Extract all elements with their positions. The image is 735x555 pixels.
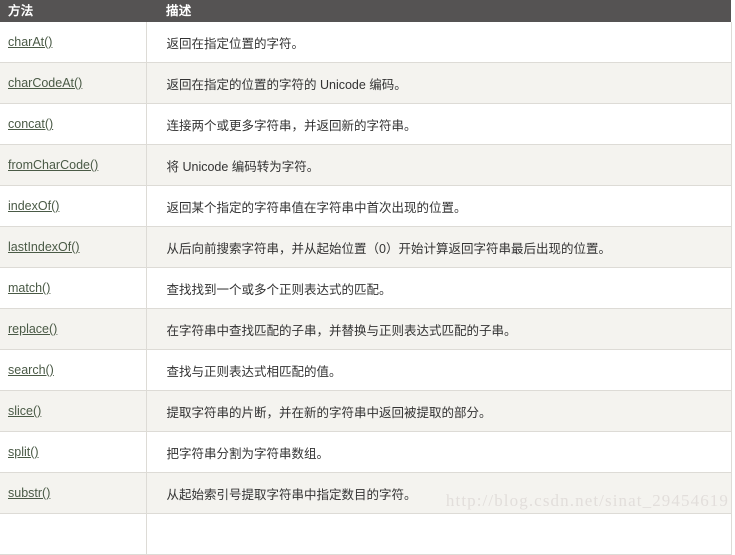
description-cell: 把字符串分割为字符串数组。	[146, 431, 732, 473]
table-row: search() 查找与正则表达式相匹配的值。	[0, 349, 732, 391]
method-cell: search()	[0, 349, 147, 391]
method-cell: charAt()	[0, 22, 147, 63]
description-cell: 返回在指定位置的字符。	[146, 22, 732, 63]
description-cell: 查找找到一个或多个正则表达式的匹配。	[146, 267, 732, 309]
table-row: substr() 从起始索引号提取字符串中指定数目的字符。	[0, 472, 732, 514]
description-text: 从起始索引号提取字符串中指定数目的字符。	[166, 487, 417, 502]
description-cell: 在字符串中查找匹配的子串，并替换与正则表达式匹配的子串。	[146, 308, 732, 350]
description-cell	[146, 513, 732, 555]
method-link[interactable]: slice()	[8, 404, 41, 418]
table-row: concat() 连接两个或更多字符串，并返回新的字符串。	[0, 103, 732, 145]
method-cell: split()	[0, 431, 147, 473]
description-cell: 返回某个指定的字符串值在字符串中首次出现的位置。	[146, 185, 732, 227]
method-link[interactable]: substr()	[8, 486, 50, 500]
description-text: 查找与正则表达式相匹配的值。	[166, 364, 342, 379]
table-row: slice() 提取字符串的片断，并在新的字符串中返回被提取的部分。	[0, 390, 732, 432]
table-row: split() 把字符串分割为字符串数组。	[0, 431, 732, 473]
method-link[interactable]: concat()	[8, 117, 53, 131]
column-header-method: 方法	[0, 0, 146, 22]
description-cell: 将 Unicode 编码转为字符。	[146, 144, 732, 186]
description-cell: 从后向前搜索字符串，并从起始位置（0）开始计算返回字符串最后出现的位置。	[146, 226, 732, 268]
table-body: charAt() 返回在指定位置的字符。 charCodeAt() 返回在指定的位置的…	[0, 22, 732, 555]
method-cell: substr()	[0, 472, 147, 514]
table-row: match() 查找找到一个或多个正则表达式的匹配。	[0, 267, 732, 309]
description-cell: 提取字符串的片断，并在新的字符串中返回被提取的部分。	[146, 390, 732, 432]
method-link[interactable]: split()	[8, 445, 39, 459]
table-header: 方法 描述	[0, 0, 731, 22]
description-cell: 从起始索引号提取字符串中指定数目的字符。	[146, 472, 732, 514]
description-text: 返回某个指定的字符串值在字符串中首次出现的位置。	[166, 200, 467, 215]
method-link[interactable]: fromCharCode()	[8, 158, 98, 172]
table-row: charCodeAt() 返回在指定的位置的字符的 Unicode 编码。	[0, 62, 732, 104]
method-link[interactable]: charCodeAt()	[8, 76, 82, 90]
description-text: 把字符串分割为字符串数组。	[166, 446, 330, 461]
table-row: charAt() 返回在指定位置的字符。	[0, 22, 732, 63]
table-row: indexOf() 返回某个指定的字符串值在字符串中首次出现的位置。	[0, 185, 732, 227]
method-cell: concat()	[0, 103, 147, 145]
method-cell: fromCharCode()	[0, 144, 147, 186]
description-cell: 连接两个或更多字符串，并返回新的字符串。	[146, 103, 732, 145]
method-cell	[0, 513, 147, 555]
method-link[interactable]: lastIndexOf()	[8, 240, 80, 254]
method-link[interactable]: search()	[8, 363, 54, 377]
method-link[interactable]: match()	[8, 281, 50, 295]
description-text: 连接两个或更多字符串，并返回新的字符串。	[166, 118, 417, 133]
description-text: 从后向前搜索字符串，并从起始位置（0）开始计算返回字符串最后出现的位置。	[166, 241, 611, 256]
description-text: 返回在指定的位置的字符的 Unicode 编码。	[166, 77, 407, 92]
description-cell: 查找与正则表达式相匹配的值。	[146, 349, 732, 391]
description-cell: 返回在指定的位置的字符的 Unicode 编码。	[146, 62, 732, 104]
description-text: 提取字符串的片断，并在新的字符串中返回被提取的部分。	[166, 405, 492, 420]
table-row: replace() 在字符串中查找匹配的子串，并替换与正则表达式匹配的子串。	[0, 308, 732, 350]
method-cell: slice()	[0, 390, 147, 432]
table-row: fromCharCode() 将 Unicode 编码转为字符。	[0, 144, 732, 186]
table-header-row: 方法 描述	[0, 0, 731, 22]
string-methods-table: 方法 描述 charAt() 返回在指定位置的字符。 charCodeAt() 返回在…	[0, 0, 732, 555]
table-row: lastIndexOf() 从后向前搜索字符串，并从起始位置（0）开始计算返回字符…	[0, 226, 732, 268]
description-text: 查找找到一个或多个正则表达式的匹配。	[166, 282, 392, 297]
method-cell: indexOf()	[0, 185, 147, 227]
description-text: 将 Unicode 编码转为字符。	[166, 159, 320, 174]
method-link[interactable]: indexOf()	[8, 199, 59, 213]
method-cell: charCodeAt()	[0, 62, 147, 104]
method-link[interactable]: replace()	[8, 322, 57, 336]
method-link[interactable]: charAt()	[8, 35, 52, 49]
method-cell: match()	[0, 267, 147, 309]
table-row	[0, 513, 732, 555]
method-cell: lastIndexOf()	[0, 226, 147, 268]
description-text: 在字符串中查找匹配的子串，并替换与正则表达式匹配的子串。	[166, 323, 517, 338]
description-text: 返回在指定位置的字符。	[166, 36, 305, 51]
column-header-description: 描述	[146, 0, 731, 22]
method-cell: replace()	[0, 308, 147, 350]
